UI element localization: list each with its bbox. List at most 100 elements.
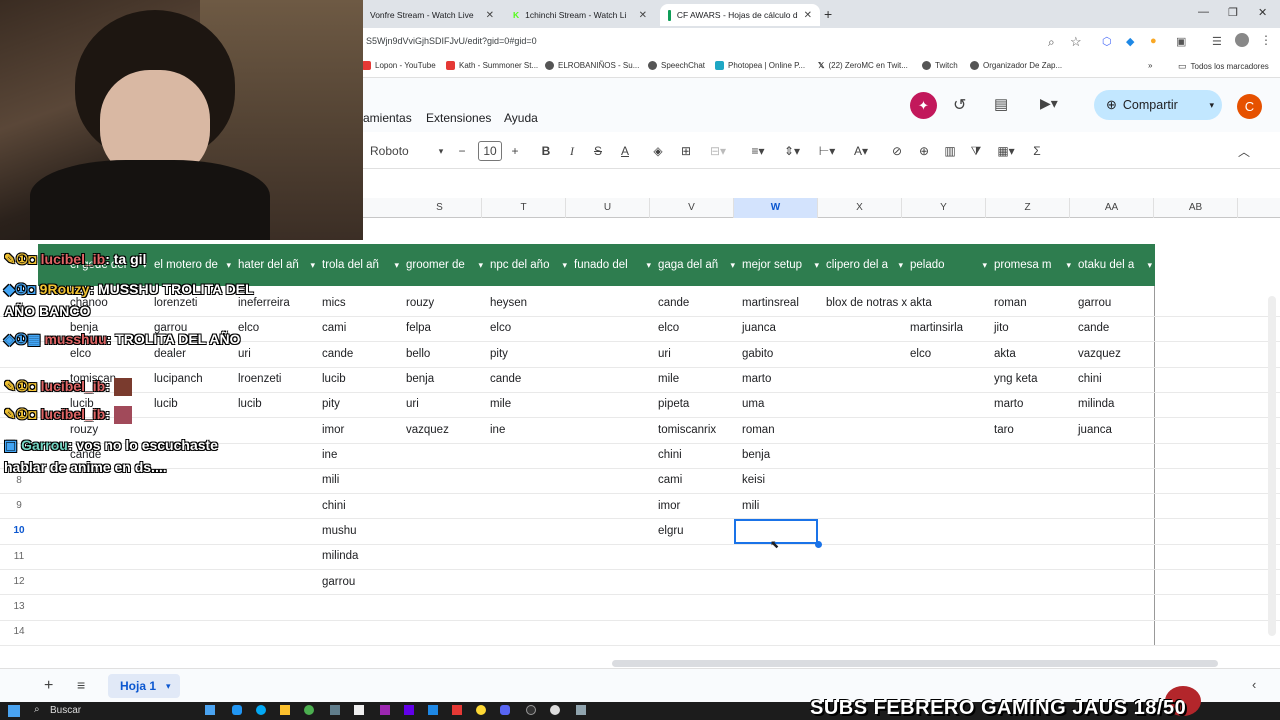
bookmark-item[interactable]: Organizador De Zap... bbox=[970, 61, 1062, 70]
table-cell[interactable]: ine bbox=[322, 449, 337, 461]
row-number[interactable]: 11 bbox=[0, 551, 38, 562]
table-cell[interactable]: lucib bbox=[238, 398, 262, 410]
menu-extensions[interactable]: Extensiones bbox=[426, 111, 491, 125]
discord-icon[interactable] bbox=[500, 705, 510, 715]
category-header[interactable]: clipero del a ▾ bbox=[822, 244, 906, 286]
app-icon[interactable] bbox=[380, 705, 390, 715]
table-cell[interactable]: mile bbox=[490, 398, 511, 410]
more-bookmarks-icon[interactable]: » bbox=[1148, 61, 1152, 70]
table-cell[interactable]: cami bbox=[322, 322, 346, 334]
table-cell[interactable]: akta bbox=[910, 297, 932, 309]
chrome-icon[interactable] bbox=[476, 705, 486, 715]
app-icon[interactable] bbox=[428, 705, 438, 715]
borders-icon[interactable]: ⊞ bbox=[678, 141, 694, 161]
obs-icon[interactable] bbox=[526, 705, 536, 715]
chevron-down-icon[interactable]: ▾ bbox=[730, 244, 735, 286]
edge-icon[interactable] bbox=[232, 705, 242, 715]
table-cell[interactable]: cande bbox=[322, 348, 353, 360]
category-header[interactable]: groomer de ▾ bbox=[402, 244, 486, 286]
table-cell[interactable]: mili bbox=[742, 500, 759, 512]
table-cell[interactable]: lucib bbox=[322, 373, 346, 385]
align-icon[interactable]: ≡▾ bbox=[746, 141, 770, 161]
meet-icon[interactable]: ▶▾ bbox=[1040, 95, 1058, 112]
table-cell[interactable]: rouzy bbox=[406, 297, 434, 309]
table-cell[interactable]: mile bbox=[658, 373, 679, 385]
table-cell[interactable]: pity bbox=[490, 348, 508, 360]
chevron-down-icon[interactable]: ▾ bbox=[814, 244, 819, 286]
font-size-increase[interactable]: + bbox=[508, 141, 522, 161]
table-cell[interactable]: lucipanch bbox=[154, 373, 203, 385]
bookmark-item[interactable]: 𝕏 (22) ZeroMC en Twit... bbox=[818, 61, 908, 70]
category-header[interactable]: pelado ▾ bbox=[906, 244, 990, 286]
collapse-toolbar-icon[interactable]: ︿ bbox=[1235, 141, 1253, 161]
table-cell[interactable]: elco bbox=[658, 322, 679, 334]
column-header[interactable]: AA bbox=[1070, 198, 1154, 218]
table-cell[interactable]: mushu bbox=[322, 525, 357, 537]
table-cell[interactable]: chini bbox=[1078, 373, 1102, 385]
text-wrap-icon[interactable]: ⊢▾ bbox=[814, 141, 840, 161]
category-header[interactable]: promesa m ▾ bbox=[990, 244, 1074, 286]
table-cell[interactable]: pipeta bbox=[658, 398, 689, 410]
table-cell[interactable]: gabito bbox=[742, 348, 773, 360]
app-icon[interactable] bbox=[304, 705, 314, 715]
table-cell[interactable]: pity bbox=[322, 398, 340, 410]
table-cell[interactable]: blox de notras x bbox=[826, 297, 907, 309]
table-cell[interactable]: mili bbox=[322, 474, 339, 486]
vertical-scrollbar[interactable] bbox=[1268, 296, 1276, 636]
taskbar-search[interactable]: Buscar bbox=[50, 705, 81, 716]
fill-handle[interactable] bbox=[815, 541, 822, 548]
column-header[interactable]: Y bbox=[902, 198, 986, 218]
kebab-menu-icon[interactable]: ⋮ bbox=[1260, 33, 1272, 47]
row-number-selected[interactable]: 10 bbox=[0, 525, 38, 536]
horizontal-scrollbar[interactable] bbox=[612, 660, 1218, 667]
close-icon[interactable]: ✕ bbox=[639, 10, 647, 21]
table-cell[interactable]: milinda bbox=[322, 550, 358, 562]
star-icon[interactable]: ☆ bbox=[1070, 34, 1082, 50]
explorer-icon[interactable] bbox=[280, 705, 290, 715]
category-header[interactable]: funado del ▾ bbox=[570, 244, 654, 286]
bookmark-item[interactable]: ELROBANIÑOS - Su... bbox=[545, 61, 639, 70]
table-cell[interactable]: heysen bbox=[490, 297, 527, 309]
font-size-decrease[interactable]: − bbox=[455, 141, 469, 161]
windows-start-icon[interactable] bbox=[8, 705, 20, 717]
column-header[interactable]: X bbox=[818, 198, 902, 218]
font-size-input[interactable]: 10 bbox=[478, 141, 502, 161]
insert-chart-icon[interactable]: ▥ bbox=[941, 141, 959, 161]
add-sheet-button[interactable]: + bbox=[44, 677, 53, 695]
new-tab-button[interactable]: + bbox=[824, 6, 832, 22]
filter-views-icon[interactable]: ▦▾ bbox=[992, 141, 1020, 161]
table-cell[interactable]: cande bbox=[1078, 322, 1109, 334]
table-cell[interactable]: marto bbox=[742, 373, 771, 385]
table-cell[interactable]: milinda bbox=[1078, 398, 1114, 410]
category-header[interactable]: gaga del añ ▾ bbox=[654, 244, 738, 286]
category-header[interactable]: mejor setup ▾ bbox=[738, 244, 822, 286]
table-cell[interactable]: lucib bbox=[154, 398, 178, 410]
filter-icon[interactable]: ⧩ bbox=[967, 141, 985, 161]
column-header-selected[interactable]: W bbox=[734, 198, 818, 218]
all-sheets-icon[interactable]: ≡ bbox=[77, 677, 85, 693]
collapse-sidebar-icon[interactable]: ‹ bbox=[1252, 677, 1256, 692]
table-cell[interactable]: roman bbox=[994, 297, 1027, 309]
chevron-down-icon[interactable]: ▾ bbox=[1147, 244, 1152, 286]
table-cell[interactable]: akta bbox=[994, 348, 1016, 360]
table-cell[interactable]: vazquez bbox=[1078, 348, 1121, 360]
table-cell[interactable]: uma bbox=[742, 398, 764, 410]
table-cell[interactable]: cami bbox=[658, 474, 682, 486]
table-cell[interactable]: chini bbox=[658, 449, 682, 461]
app-icon[interactable] bbox=[550, 705, 560, 715]
font-family-select[interactable]: Roboto ▾ bbox=[370, 141, 445, 161]
vertical-align-icon[interactable]: ⇕▾ bbox=[780, 141, 804, 161]
column-header[interactable]: AB bbox=[1154, 198, 1238, 218]
account-avatar[interactable]: C bbox=[1237, 94, 1262, 119]
puzzle-icon[interactable]: ▣ bbox=[1176, 35, 1186, 48]
extension-icon[interactable]: ● bbox=[1150, 35, 1157, 47]
insert-comment-icon[interactable]: ⊕ bbox=[915, 141, 933, 161]
sheet-tab-active[interactable]: Hoja 1 ▾ bbox=[108, 674, 180, 698]
row-number[interactable]: 12 bbox=[0, 576, 38, 587]
app-icon[interactable] bbox=[404, 705, 414, 715]
table-cell[interactable]: garrou bbox=[1078, 297, 1111, 309]
close-icon[interactable]: ✕ bbox=[486, 10, 494, 21]
table-cell[interactable]: elco bbox=[910, 348, 931, 360]
link-icon[interactable]: ⊘ bbox=[888, 141, 906, 161]
app-icon[interactable] bbox=[576, 705, 586, 715]
